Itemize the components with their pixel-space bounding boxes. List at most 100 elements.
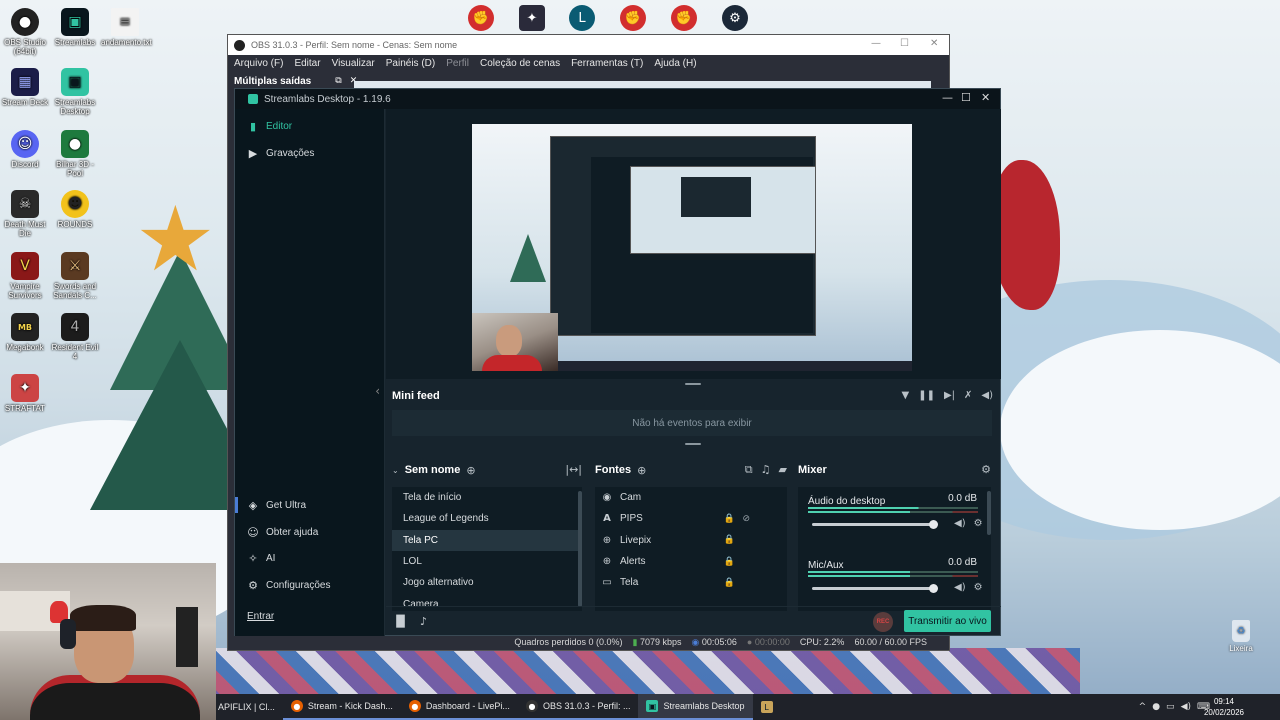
speaker-icon[interactable]: ◀): [954, 582, 966, 593]
skip-icon[interactable]: ▶|: [944, 390, 955, 401]
pinned-app-icon[interactable]: ✊: [671, 5, 697, 31]
collapse-chevron-icon[interactable]: ‹: [375, 384, 380, 398]
taskbar-item-apiflix[interactable]: APIFLIX | Cl...: [216, 694, 283, 720]
mixer-scrollbar[interactable]: [987, 491, 991, 535]
record-button[interactable]: REC: [873, 612, 893, 632]
desktop-icon-straftat[interactable]: ✦ STRAFTAT: [1, 374, 49, 413]
hidden-eye-icon[interactable]: ⊘: [742, 514, 750, 524]
volume-icon[interactable]: ◀): [1181, 702, 1191, 712]
desktop-icon-streamlabs-desktop[interactable]: ▣ Streamlabs Desktop: [51, 68, 99, 116]
gear-icon[interactable]: ⚙: [974, 518, 983, 529]
close-icon[interactable]: ✕: [981, 91, 990, 104]
chevron-down-icon[interactable]: ⌄: [392, 466, 399, 475]
menu-visualizar[interactable]: Visualizar: [332, 58, 375, 69]
maximize-icon[interactable]: ☐: [900, 38, 909, 49]
volume-slider[interactable]: [812, 520, 938, 529]
desktop-icon-obs[interactable]: ● OBS Studio (64bit): [1, 8, 49, 56]
taskbar-item-obs[interactable]: ● OBS 31.0.3 - Perfil: ...: [517, 694, 639, 720]
minimize-icon[interactable]: —: [871, 38, 881, 49]
stats-icon[interactable]: ▐▌: [392, 615, 409, 628]
go-live-button[interactable]: Transmitir ao vivo: [904, 610, 991, 632]
close-icon[interactable]: ✕: [930, 38, 938, 49]
desktop-icon-resident-evil[interactable]: 4 Resident Evil 4: [51, 313, 99, 361]
microphone-icon[interactable]: ●: [1152, 702, 1160, 712]
menu-colecao-cenas[interactable]: Coleção de cenas: [480, 58, 560, 69]
mute-alerts-icon[interactable]: ✗: [964, 390, 972, 401]
nav-ai[interactable]: ✧ AI: [247, 552, 275, 565]
scene-item[interactable]: Tela de início: [392, 487, 582, 508]
lock-icon[interactable]: 🔒: [724, 557, 735, 567]
add-source-icon[interactable]: ⊕: [637, 464, 646, 477]
desktop-icon-death-must-die[interactable]: ☠ Death Must Die: [1, 190, 49, 238]
mic-settings-icon[interactable]: ♫: [761, 463, 771, 477]
scene-item[interactable]: League of Legends: [392, 508, 582, 529]
lock-icon[interactable]: 🔒: [724, 514, 735, 524]
desktop-icon-discord[interactable]: ☺ Discord: [1, 130, 49, 169]
league-of-legends-icon[interactable]: L: [569, 5, 595, 31]
add-scene-icon[interactable]: ⊕: [466, 464, 475, 477]
nav-get-ultra[interactable]: ◈ Get Ultra: [247, 499, 306, 512]
lock-icon[interactable]: 🔒: [724, 535, 735, 545]
taskbar-clock[interactable]: 09:14 20/02/2026: [1204, 696, 1244, 718]
pinned-game-icon[interactable]: ✦: [519, 5, 545, 31]
notifications-bell-icon[interactable]: ♪: [420, 615, 427, 628]
desktop-icon-megabonk[interactable]: MB Megabonk: [1, 313, 49, 352]
pause-icon[interactable]: ❚❚: [918, 390, 935, 401]
login-link[interactable]: Entrar: [247, 611, 274, 622]
scene-item[interactable]: LOL: [392, 551, 582, 572]
nav-recordings[interactable]: ▶ Gravações: [247, 147, 315, 160]
source-item-alerts[interactable]: ⊕ Alerts 🔒: [595, 551, 787, 572]
pinned-app-icon[interactable]: ✊: [468, 5, 494, 31]
taskbar-item-league[interactable]: L: [753, 694, 781, 720]
source-item-tela[interactable]: ▭ Tela 🔒: [595, 572, 787, 593]
stream-preview[interactable]: [472, 124, 912, 371]
desktop-icon-stream-deck[interactable]: ▦ Stream Deck: [1, 68, 49, 107]
desktop-icon-billiards[interactable]: ● Bilhar 3D - Pool: [51, 130, 99, 178]
mixer-settings-icon[interactable]: ⚙: [981, 463, 991, 476]
menu-ajuda[interactable]: Ajuda (H): [654, 58, 696, 69]
taskbar-item-livepix[interactable]: ● Dashboard - LivePi...: [400, 694, 518, 720]
source-item-livepix[interactable]: ⊕ Livepix 🔒: [595, 530, 787, 551]
filter-icon[interactable]: ▼: [901, 390, 909, 401]
taskbar-item-streamlabs[interactable]: ▣ Streamlabs Desktop: [638, 694, 753, 720]
network-icon[interactable]: ▭: [1166, 702, 1175, 712]
tray-chevron-icon[interactable]: ^: [1139, 702, 1147, 712]
speaker-icon[interactable]: ◀): [954, 518, 966, 529]
folder-icon[interactable]: ▰: [779, 463, 787, 477]
menu-ferramentas[interactable]: Ferramentas (T): [571, 58, 643, 69]
pinned-app-icon[interactable]: ✊: [620, 5, 646, 31]
nav-settings[interactable]: ⚙ Configurações: [247, 579, 330, 592]
scene-item[interactable]: Jogo alternativo: [392, 572, 582, 593]
undock-icon[interactable]: ⧉: [335, 76, 341, 86]
desktop-icon-rounds[interactable]: ☻ ROUNDS: [51, 190, 99, 229]
scene-collection-title[interactable]: Sem nome: [405, 464, 461, 476]
slider-knob[interactable]: [929, 584, 938, 593]
desktop-icon-swords-sandals[interactable]: ⚔ Swords and Sandals C...: [51, 252, 99, 300]
menu-paineis[interactable]: Painéis (D): [386, 58, 435, 69]
slider-knob[interactable]: [929, 520, 938, 529]
gear-icon[interactable]: ⚙: [974, 582, 983, 593]
desktop-icon-text-file[interactable]: ≡ andamento.txt: [101, 8, 152, 47]
desktop-icon-trash[interactable]: ♻ Lixeira: [1226, 620, 1256, 653]
maximize-icon[interactable]: ☐: [961, 91, 971, 104]
minimize-icon[interactable]: —: [942, 91, 953, 104]
source-item-pips[interactable]: A PIPS 🔒 ⊘: [595, 508, 787, 529]
volume-slider[interactable]: [812, 584, 938, 593]
menu-editar[interactable]: Editar: [294, 58, 320, 69]
resize-handle[interactable]: [685, 443, 701, 445]
steam-icon[interactable]: ⚙: [722, 5, 748, 31]
scene-item-selected[interactable]: Tela PC: [392, 529, 582, 551]
menu-arquivo[interactable]: Arquivo (F): [234, 58, 283, 69]
scenes-scrollbar[interactable]: [578, 491, 582, 607]
transition-icon[interactable]: |↔|: [565, 463, 582, 476]
taskbar-item-kick[interactable]: ● Stream - Kick Dash...: [282, 694, 401, 720]
desktop-icon-streamlabs[interactable]: ▣ Streamlabs: [51, 8, 99, 47]
desktop-icon-vampire-survivors[interactable]: V Vampire Survivors: [1, 252, 49, 300]
menu-perfil[interactable]: Perfil: [446, 58, 469, 69]
group-icon[interactable]: ⧉: [745, 463, 753, 477]
lock-icon[interactable]: 🔒: [724, 578, 735, 588]
nav-editor[interactable]: ▮ Editor: [247, 120, 292, 133]
resize-handle[interactable]: [685, 383, 701, 385]
volume-icon[interactable]: ◀): [981, 390, 993, 401]
nav-help[interactable]: ☺ Obter ajuda: [247, 526, 318, 539]
